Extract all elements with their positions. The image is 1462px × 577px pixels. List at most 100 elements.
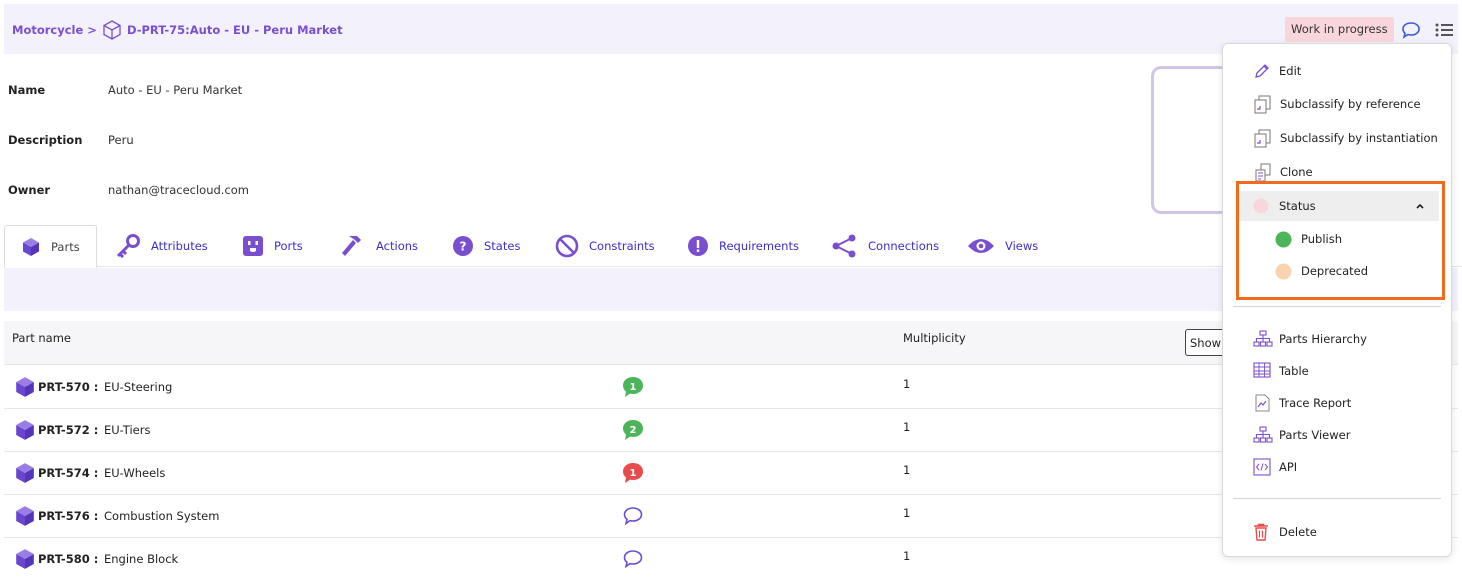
multiplicity-value: 1 [903,506,911,520]
property-description: Description Peru [8,133,134,147]
comment-count-icon[interactable]: 1 [621,376,645,401]
comment-count: 2 [630,425,637,436]
eye-icon [967,236,995,256]
table-icon [1253,362,1271,378]
cube-icon [14,505,36,530]
ban-icon [555,234,579,258]
tab-parts[interactable]: Parts [4,225,97,268]
breadcrumb: Motorcycle > D-PRT-75:Auto - EU - Peru M… [12,20,343,40]
tab-label: Requirements [719,239,799,253]
comment-count-icon[interactable]: 1 [621,462,645,487]
actions-dropdown-menu: Edit Subclassify by reference Subclassif… [1222,43,1452,557]
tab-states[interactable]: ? States [452,225,520,267]
tab-label: States [484,239,521,253]
list-menu-icon[interactable] [1434,21,1454,42]
part-name[interactable]: EU-Wheels [104,466,165,480]
cube-outline-icon [103,20,121,40]
tab-label: Views [1005,239,1039,253]
property-label: Name [8,83,46,97]
menu-item-subclassify-instantiation[interactable]: Subclassify by instantiation [1223,123,1451,153]
menu-label: API [1279,460,1298,474]
clone-icon [1253,163,1273,183]
key-icon [115,234,141,258]
status-badge[interactable]: Work in progress [1285,17,1394,42]
menu-item-trace-report[interactable]: Trace Report [1223,388,1451,418]
part-id[interactable]: PRT-576 : [38,509,98,523]
menu-item-delete[interactable]: Delete [1223,517,1451,547]
question-icon: ? [452,235,474,257]
menu-label: Edit [1279,64,1302,78]
menu-label: Parts Hierarchy [1279,332,1367,346]
menu-label: Table [1279,364,1309,378]
breadcrumb-current: D-PRT-75:Auto - EU - Peru Market [126,23,343,37]
comment-count: 1 [630,468,637,479]
multiplicity-value: 1 [903,463,911,477]
tab-actions[interactable]: Actions [340,225,418,267]
menu-label: Subclassify by reference [1280,97,1421,111]
part-id[interactable]: PRT-572 : [38,423,98,437]
part-name[interactable]: EU-Steering [104,380,172,394]
pencil-icon [1253,62,1271,80]
property-value: Auto - EU - Peru Market [108,83,243,97]
part-id[interactable]: PRT-570 : [38,380,98,394]
part-name[interactable]: Combustion System [104,509,219,523]
menu-item-parts-viewer[interactable]: Parts Viewer [1223,420,1451,450]
image-placeholder[interactable] [1151,66,1231,214]
menu-divider [1233,306,1441,307]
hierarchy-icon [1253,426,1273,444]
menu-item-api[interactable]: API [1223,452,1451,482]
hammer-icon [340,234,366,258]
menu-item-subclassify-reference[interactable]: Subclassify by reference [1223,89,1451,119]
property-label: Owner [8,183,51,197]
menu-label: Subclassify by instantiation [1280,131,1438,145]
part-name[interactable]: EU-Tiers [104,423,150,437]
code-icon [1253,458,1271,476]
cube-icon [14,419,36,444]
multiplicity-value: 1 [903,420,911,434]
cube-icon [14,462,36,487]
comment-icon[interactable] [621,548,645,573]
menu-label: Clone [1280,165,1313,179]
part-id[interactable]: PRT-574 : [38,466,98,480]
tab-requirements[interactable]: Requirements [687,225,799,267]
comment-count: 1 [630,382,637,393]
status-highlight-box [1236,181,1445,300]
comment-count-icon[interactable]: 2 [621,419,645,444]
menu-label: Parts Viewer [1279,428,1351,442]
menu-label: Delete [1279,525,1317,539]
cube-icon [21,237,41,257]
cube-icon [14,376,36,401]
breadcrumb-parent[interactable]: Motorcycle > [12,23,97,37]
subclassify-instantiation-icon [1253,129,1273,149]
menu-item-table[interactable]: Table [1223,356,1451,386]
menu-divider [1233,498,1441,499]
property-owner: Owner nathan@tracecloud.com [8,183,249,197]
part-name[interactable]: Engine Block [104,552,178,566]
subclassify-reference-icon [1253,95,1273,115]
property-name: Name Auto - EU - Peru Market [8,83,242,97]
share-nodes-icon [832,234,858,258]
property-label: Description [8,133,83,147]
menu-label: Trace Report [1279,396,1352,410]
tab-views[interactable]: Views [967,225,1038,267]
tab-attributes[interactable]: Attributes [115,225,208,267]
menu-item-parts-hierarchy[interactable]: Parts Hierarchy [1223,324,1451,354]
comment-icon[interactable] [621,505,645,530]
tab-label: Constraints [589,239,655,253]
port-icon [242,235,264,257]
report-icon [1253,394,1271,412]
tab-connections[interactable]: Connections [832,225,939,267]
tab-constraints[interactable]: Constraints [555,225,655,267]
part-id[interactable]: PRT-580 : [38,552,98,566]
tab-ports[interactable]: Ports [242,225,303,267]
exclamation-icon [687,235,709,257]
comment-icon[interactable] [1401,21,1421,42]
hierarchy-icon [1253,330,1273,348]
menu-item-edit[interactable]: Edit [1223,56,1451,86]
property-value: nathan@tracecloud.com [108,183,250,197]
svg-text:?: ? [460,240,467,254]
column-part-name[interactable]: Part name [12,331,71,345]
trash-icon [1253,523,1269,541]
multiplicity-value: 1 [903,377,911,391]
column-multiplicity[interactable]: Multiplicity [903,331,966,345]
